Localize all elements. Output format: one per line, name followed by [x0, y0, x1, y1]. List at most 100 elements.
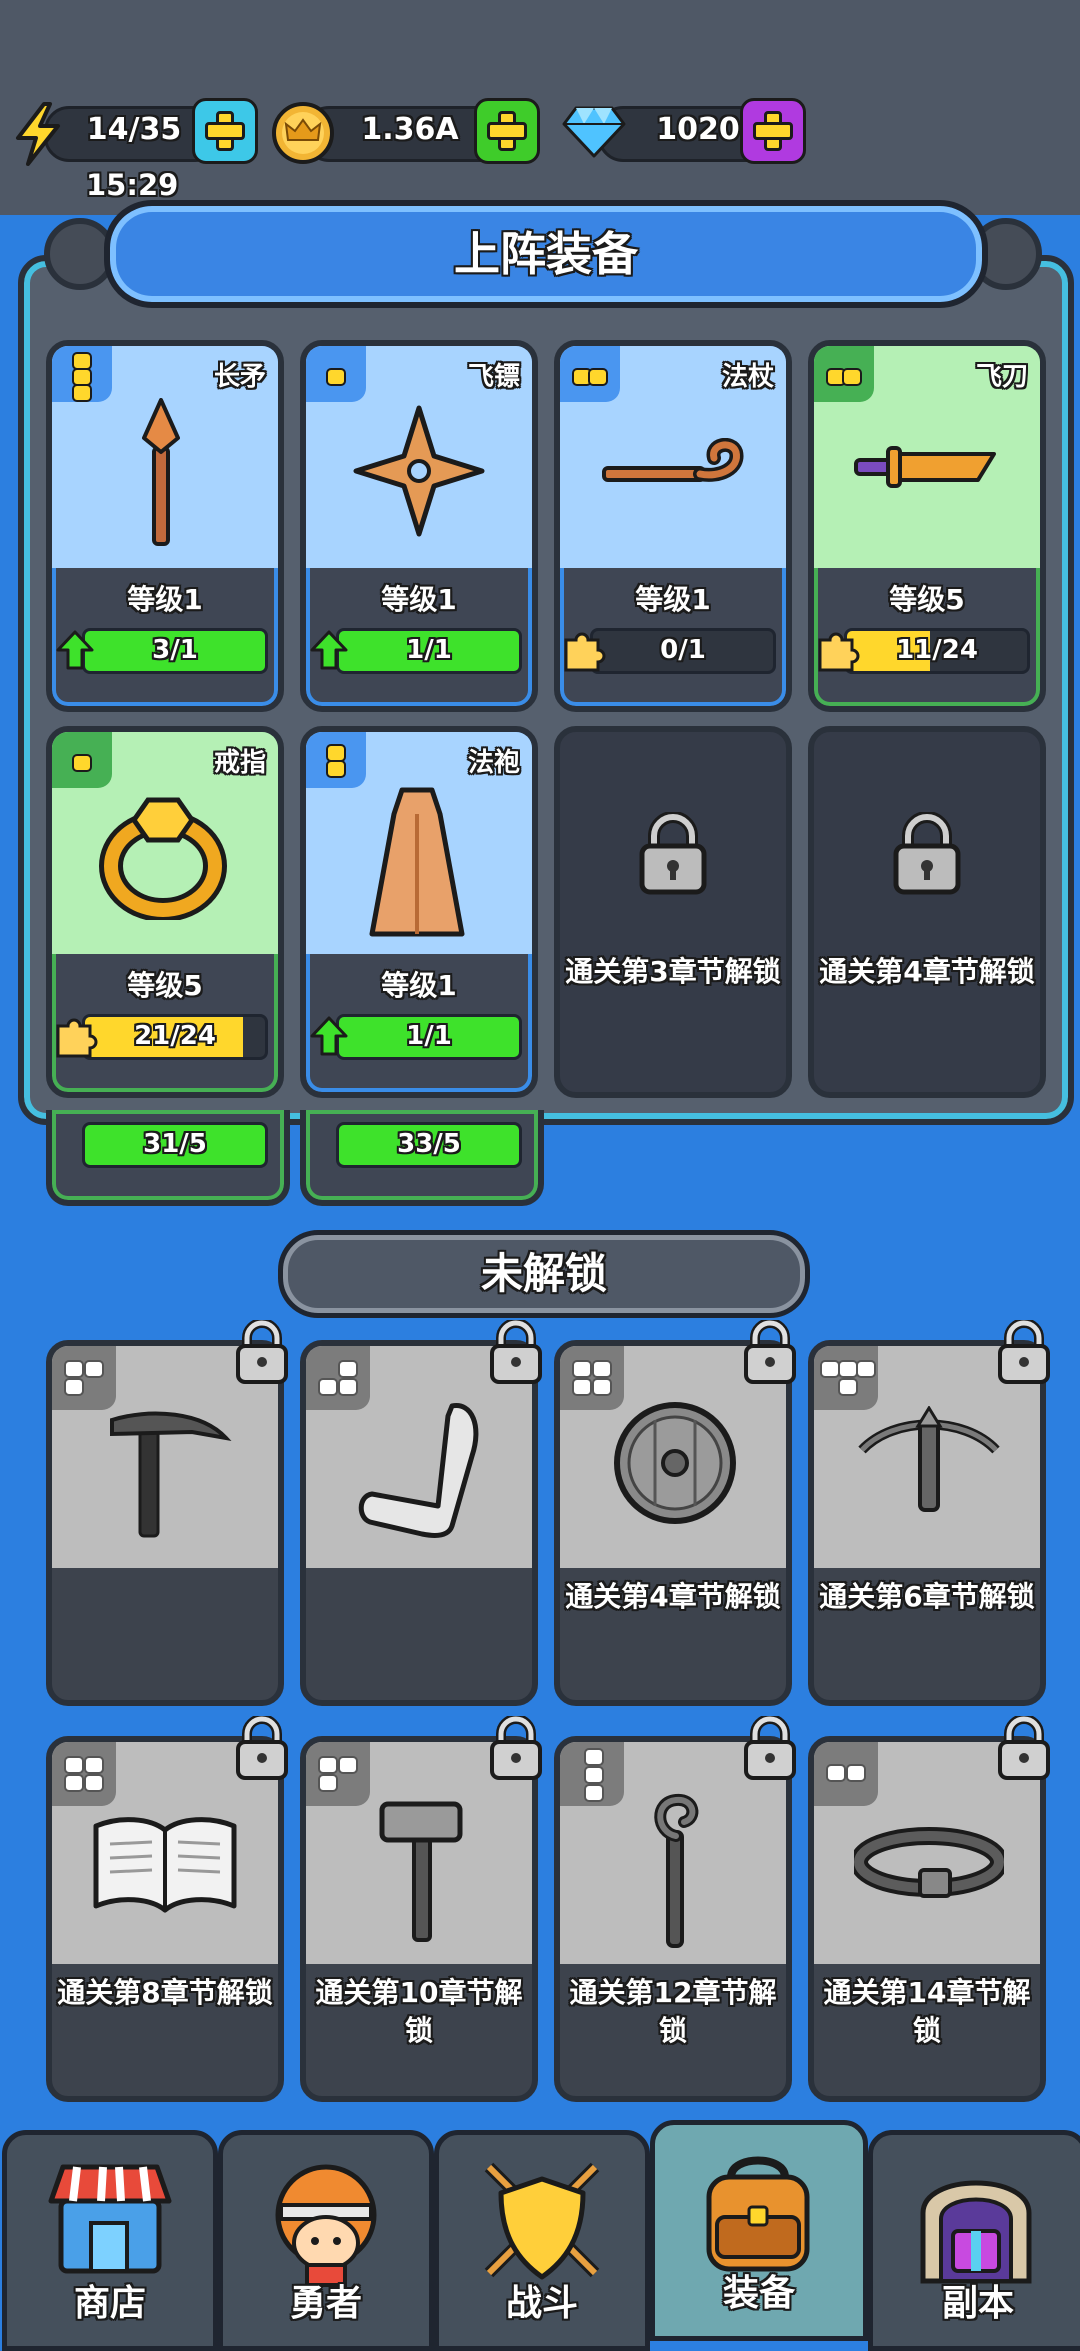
coins-value: 1.36A — [361, 112, 459, 147]
tab-hero[interactable]: 勇者 — [218, 2130, 434, 2351]
padlock-icon — [744, 1716, 796, 1780]
padlock-icon — [744, 1320, 796, 1384]
unlock-section-title: 未解锁 — [278, 1230, 810, 1318]
tab-battle[interactable]: 战斗 — [434, 2130, 650, 2351]
pickaxe-icon — [110, 1411, 232, 1538]
dungeon-gate-icon — [920, 2180, 1032, 2284]
unlock-message: 通关第10章节解锁 — [315, 1976, 523, 2047]
tab-label: 战斗 — [505, 2283, 578, 2324]
item-progress: 1/1 — [406, 635, 452, 665]
locked-slot-message: 通关第3章节解锁 — [565, 955, 781, 988]
energy-value: 14/35 — [86, 112, 182, 147]
backpack-icon — [706, 2156, 810, 2272]
padlock-icon — [236, 1320, 288, 1384]
boomerang-icon — [358, 1403, 479, 1539]
locked-item-book[interactable]: 通关第8章节解锁 — [46, 1716, 288, 2102]
unlock-message: 通关第12章节解锁 — [569, 1976, 777, 2047]
item-progress: 0/1 — [660, 635, 706, 665]
battle-shield-icon — [484, 2162, 600, 2280]
item-level: 等级5 — [127, 969, 203, 1002]
locked-item-pickaxe[interactable] — [46, 1320, 288, 1706]
item-level: 等级1 — [127, 583, 203, 616]
item-name: 戒指 — [213, 748, 266, 778]
gems-resource: 1020 — [562, 98, 814, 164]
equip-card-staff[interactable]: 法杖 等级1 0/1 — [554, 340, 792, 712]
peek-card-1: 31/5 — [46, 1110, 290, 1206]
shield-icon — [614, 1402, 736, 1524]
shuriken-icon — [353, 405, 485, 537]
hammer-icon — [379, 1801, 463, 1942]
padlock-icon — [998, 1716, 1050, 1780]
peek-bar-2: 33/5 — [397, 1129, 461, 1159]
locked-item-staff[interactable]: 通关第12章节解锁 — [554, 1716, 796, 2102]
tab-label: 装备 — [722, 2273, 795, 2314]
locked-slot-1[interactable]: 通关第3章节解锁 — [554, 726, 792, 1098]
item-name: 长矛 — [213, 362, 266, 392]
energy-add-button[interactable] — [192, 98, 258, 164]
locked-item-shield[interactable]: 通关第4章节解锁 — [554, 1320, 796, 1706]
item-progress: 21/24 — [134, 1021, 216, 1051]
energy-timer: 15:29 — [86, 168, 179, 202]
unlock-message: 通关第8章节解锁 — [57, 1976, 273, 2009]
staff-icon — [654, 1793, 699, 1948]
peek-card-2: 33/5 — [300, 1110, 544, 1206]
locked-item-hammer[interactable]: 通关第10章节解锁 — [300, 1716, 542, 2102]
item-name: 法杖 — [721, 362, 774, 392]
upgrade-arrow-icon — [310, 1016, 348, 1056]
coins-resource: 1.36A — [270, 98, 540, 164]
item-name: 飞镖 — [467, 362, 520, 392]
ring-icon — [99, 797, 227, 920]
diamond-icon — [562, 106, 626, 158]
equip-card-knife[interactable]: 飞刀 等级5 11/24 — [808, 340, 1046, 712]
tab-label: 勇者 — [289, 2283, 362, 2324]
item-name: 飞刀 — [975, 362, 1028, 392]
equip-card-robe[interactable]: 法袍 等级1 1/1 — [300, 726, 538, 1098]
locked-item-belt[interactable]: 通关第14章节解锁 — [808, 1716, 1050, 2102]
unlock-message: 通关第6章节解锁 — [819, 1580, 1035, 1613]
shop-icon — [48, 2164, 172, 2274]
unlock-message: 通关第14章节解锁 — [823, 1976, 1031, 2047]
bottom-nav: 商店 勇者 战斗 装备 副本 — [0, 2120, 1080, 2351]
tab-label: 商店 — [73, 2283, 146, 2324]
peek-bar-1: 31/5 — [143, 1129, 207, 1159]
robe-icon — [369, 787, 465, 937]
locked-slot-2[interactable]: 通关第4章节解锁 — [808, 726, 1046, 1098]
item-level: 等级5 — [889, 583, 965, 616]
tab-dungeon[interactable]: 副本 — [868, 2130, 1080, 2351]
puzzle-piece-icon — [818, 632, 860, 672]
padlock-icon — [236, 1716, 288, 1780]
magic-staff-icon — [602, 438, 744, 482]
item-progress: 1/1 — [406, 1021, 452, 1051]
upgrade-arrow-icon — [310, 630, 348, 670]
belt-icon — [854, 1827, 1004, 1898]
coins-add-button[interactable] — [474, 98, 540, 164]
item-level: 等级1 — [381, 583, 457, 616]
upgrade-arrow-icon — [56, 630, 94, 670]
hero-icon — [275, 2164, 377, 2287]
padlock-icon — [893, 812, 961, 895]
spear-icon — [142, 398, 180, 546]
padlock-icon — [998, 1320, 1050, 1384]
puzzle-piece-icon — [564, 632, 606, 672]
item-level: 等级1 — [381, 969, 457, 1002]
tab-shop[interactable]: 商店 — [2, 2130, 218, 2351]
equip-card-dart[interactable]: 飞镖 等级1 1/1 — [300, 340, 538, 712]
padlock-icon — [490, 1716, 542, 1780]
locked-slot-message: 通关第4章节解锁 — [819, 955, 1035, 988]
padlock-icon — [490, 1320, 542, 1384]
equipped-title: 上阵装备 — [104, 200, 988, 308]
equip-card-ring[interactable]: 戒指 等级5 21/24 — [46, 726, 284, 1098]
puzzle-piece-icon — [56, 1018, 98, 1058]
locked-item-crossbow[interactable]: 通关第6章节解锁 — [808, 1320, 1050, 1706]
unlock-message: 通关第4章节解锁 — [565, 1580, 781, 1613]
equip-card-spear[interactable]: 长矛 等级1 3/1 — [46, 340, 284, 712]
energy-resource: 14/35 — [14, 98, 258, 166]
gems-add-button[interactable] — [740, 98, 806, 164]
item-name: 法袍 — [467, 748, 520, 778]
crossbow-icon — [858, 1406, 1000, 1512]
tab-equipment[interactable]: 装备 — [650, 2120, 868, 2341]
flying-knife-icon — [854, 446, 996, 488]
padlock-icon — [639, 812, 707, 895]
item-progress: 11/24 — [896, 635, 978, 665]
locked-item-boomerang[interactable] — [300, 1320, 542, 1706]
